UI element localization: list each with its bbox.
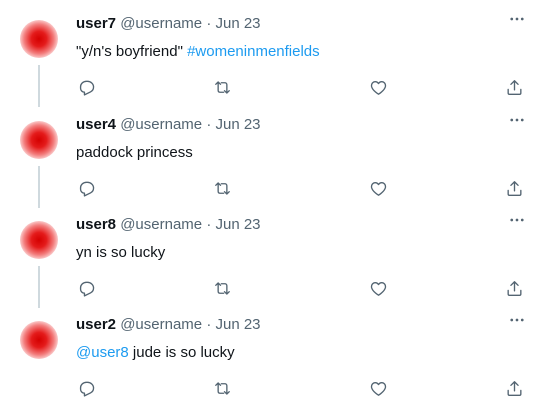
tweet[interactable]: user7 @username · Jun 23 "y/n's boyfrien…: [0, 0, 540, 107]
share-icon: [506, 79, 522, 95]
retweet-icon: [214, 80, 230, 94]
tweet-text-part: yn is so lucky: [76, 244, 166, 261]
avatar[interactable]: [20, 121, 58, 159]
retweet-button[interactable]: [211, 76, 233, 98]
share-icon: [506, 280, 522, 296]
display-name[interactable]: user4: [76, 116, 116, 133]
tweet[interactable]: user4 @username · Jun 23 paddock princes…: [0, 101, 540, 208]
reply-button[interactable]: [75, 377, 97, 399]
tweet-text: yn is so lucky: [76, 243, 165, 263]
heart-icon: [370, 281, 386, 296]
retweet-icon: [214, 281, 230, 295]
tweet-text-part: paddock princess: [76, 144, 193, 161]
tweet-text: paddock princess: [76, 143, 193, 163]
like-button[interactable]: [367, 177, 389, 199]
reply-button[interactable]: [75, 76, 97, 98]
separator: ·: [206, 316, 212, 333]
hashtag-link[interactable]: #womeninmenfields: [187, 43, 320, 60]
separator: ·: [206, 15, 212, 32]
share-icon: [506, 180, 522, 196]
retweet-icon: [214, 381, 230, 395]
retweet-icon: [214, 181, 230, 195]
display-name[interactable]: user8: [76, 216, 116, 233]
reply-icon: [79, 281, 94, 297]
tweet-text: @user8 jude is so lucky: [76, 343, 235, 363]
tweet-header: user4 @username · Jun 23: [76, 115, 261, 135]
tweet[interactable]: user2 @username · Jun 23 @user8 jude is …: [0, 301, 540, 401]
reply-icon: [79, 80, 94, 96]
mention-link[interactable]: @user8: [76, 344, 129, 361]
like-button[interactable]: [367, 377, 389, 399]
more-horizontal-icon[interactable]: [506, 10, 528, 30]
timestamp[interactable]: Jun 23: [215, 116, 260, 133]
tweet-text-part: "y/n's boyfriend": [76, 43, 188, 60]
timestamp[interactable]: Jun 23: [215, 316, 260, 333]
tweet-header: user8 @username · Jun 23: [76, 215, 261, 235]
like-button[interactable]: [367, 277, 389, 299]
avatar[interactable]: [20, 321, 58, 359]
share-button[interactable]: [503, 277, 525, 299]
reply-icon: [79, 381, 94, 397]
username[interactable]: @username: [120, 216, 202, 233]
username[interactable]: @username: [120, 316, 202, 333]
reply-icon: [79, 181, 94, 197]
tweet-text-part: jude is so lucky: [128, 344, 235, 361]
heart-icon: [370, 80, 386, 95]
tweet-header: user2 @username · Jun 23: [76, 315, 261, 335]
display-name[interactable]: user2: [76, 316, 116, 333]
more-horizontal-icon[interactable]: [506, 211, 528, 231]
username[interactable]: @username: [120, 15, 202, 32]
share-button[interactable]: [503, 377, 525, 399]
more-horizontal-icon[interactable]: [506, 311, 528, 331]
reply-button[interactable]: [75, 177, 97, 199]
timestamp[interactable]: Jun 23: [215, 15, 260, 32]
timestamp[interactable]: Jun 23: [215, 216, 260, 233]
heart-icon: [370, 381, 386, 396]
username[interactable]: @username: [120, 116, 202, 133]
share-button[interactable]: [503, 76, 525, 98]
separator: ·: [206, 216, 212, 233]
retweet-button[interactable]: [211, 377, 233, 399]
tweet-text: "y/n's boyfriend" #womeninmenfields: [76, 42, 320, 62]
reply-button[interactable]: [75, 277, 97, 299]
display-name[interactable]: user7: [76, 15, 116, 32]
like-button[interactable]: [367, 76, 389, 98]
share-button[interactable]: [503, 177, 525, 199]
more-horizontal-icon[interactable]: [506, 111, 528, 131]
retweet-button[interactable]: [211, 177, 233, 199]
separator: ·: [206, 116, 212, 133]
avatar[interactable]: [20, 221, 58, 259]
share-icon: [506, 380, 522, 396]
heart-icon: [370, 181, 386, 196]
retweet-button[interactable]: [211, 277, 233, 299]
tweet[interactable]: user8 @username · Jun 23 yn is so lucky: [0, 201, 540, 308]
tweet-header: user7 @username · Jun 23: [76, 14, 261, 34]
avatar[interactable]: [20, 20, 58, 58]
